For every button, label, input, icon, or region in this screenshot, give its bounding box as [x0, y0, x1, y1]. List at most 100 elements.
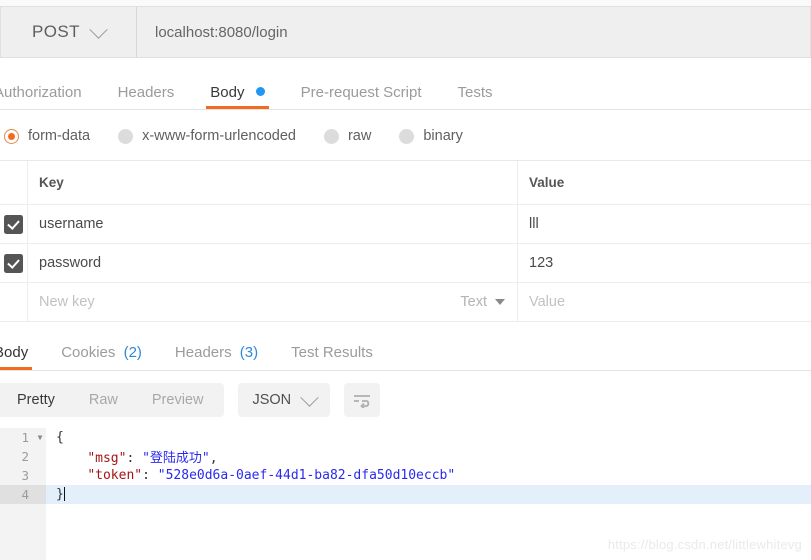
response-tabs: Body Cookies (2) Headers (3) Test Result…: [0, 330, 811, 371]
tab-pre-request-script[interactable]: Pre-request Script: [301, 84, 422, 109]
radio-unselected-icon: [399, 128, 415, 144]
tab-tests[interactable]: Tests: [458, 84, 493, 109]
row-key-text: password: [39, 255, 102, 271]
url-value: localhost:8080/login: [155, 23, 288, 41]
watermark: https://blog.csdn.net/littlewhitevg: [607, 537, 802, 552]
row-value-text: 123: [529, 255, 554, 271]
code-line: 2 "msg": "登陆成功",: [0, 447, 811, 466]
request-url-bar: POST localhost:8080/login: [0, 6, 811, 58]
response-tab-test-results[interactable]: Test Results: [291, 344, 373, 370]
radio-selected-icon: [4, 128, 19, 144]
row-key-text: username: [39, 216, 104, 232]
new-row-key-cell[interactable]: New key Text: [28, 283, 518, 321]
header-checkbox-cell: [0, 161, 28, 204]
checkbox-checked-icon[interactable]: [4, 253, 23, 273]
headers-count: (3): [239, 344, 259, 361]
tab-headers-label: Headers: [117, 84, 175, 101]
http-method-label: POST: [32, 22, 80, 41]
code-line: 3 "token": "528e0d6a-0aef-44d1-ba82-dfa5…: [0, 466, 811, 485]
column-header-value: Value: [529, 175, 565, 190]
radio-x-www-form-urlencoded-label: x-www-form-urlencoded: [142, 128, 296, 144]
code-line-active: 4 }: [0, 485, 811, 504]
radio-unselected-icon: [118, 128, 134, 144]
response-tab-cookies-label: Cookies: [61, 344, 116, 361]
chevron-down-icon: [89, 19, 108, 39]
view-mode-pretty[interactable]: Pretty: [0, 383, 72, 417]
view-mode-segmented-control: Pretty Raw Preview: [0, 383, 225, 417]
tab-tests-label: Tests: [457, 84, 493, 101]
body-type-radio-group: form-data x-www-form-urlencoded raw bina…: [0, 112, 811, 161]
table-row: password 123: [0, 244, 811, 283]
code-line-text: "msg": "登陆成功",: [87, 451, 218, 466]
row-value-text: lll: [529, 216, 539, 232]
response-tab-headers-label: Headers: [174, 344, 232, 361]
radio-binary[interactable]: binary: [399, 128, 463, 144]
line-number: 4: [0, 485, 34, 504]
radio-x-www-form-urlencoded[interactable]: x-www-form-urlencoded: [118, 128, 296, 144]
row-checkbox-cell[interactable]: [0, 244, 28, 282]
line-number: 3: [0, 466, 34, 485]
new-key-placeholder: New key: [39, 294, 95, 310]
code-line-text: "token": "528e0d6a-0aef-44d1-ba82-dfa50d…: [87, 468, 456, 483]
tab-body-label: Body: [210, 84, 245, 101]
response-format-label: JSON: [252, 392, 292, 408]
radio-form-data-label: form-data: [28, 128, 91, 144]
word-wrap-button[interactable]: [344, 383, 381, 417]
fold-spacer: [34, 447, 46, 466]
fold-spacer: [34, 485, 46, 504]
table-header-row: Key Value: [0, 161, 811, 205]
header-value-cell: Value: [518, 161, 811, 204]
text-cursor: [63, 487, 66, 501]
response-tab-cookies[interactable]: Cookies (2): [61, 344, 142, 370]
body-modified-dot-icon: [255, 87, 265, 96]
code-line: 1 ▼ {: [0, 428, 811, 447]
tab-authorization-label: Authorization: [0, 84, 82, 101]
response-tab-body-label: Body: [0, 344, 29, 361]
header-key-cell: Key: [28, 161, 518, 204]
new-row-checkbox-cell: [0, 283, 28, 321]
view-mode-raw[interactable]: Raw: [72, 383, 135, 417]
fold-spacer: [34, 466, 46, 485]
row-value-cell[interactable]: 123: [518, 244, 811, 282]
triangle-down-icon: [495, 299, 505, 305]
json-msg-value: "登陆成功": [142, 451, 210, 466]
radio-form-data[interactable]: form-data: [4, 128, 90, 144]
tab-body[interactable]: Body: [206, 84, 270, 109]
fold-toggle-icon[interactable]: ▼: [34, 428, 46, 447]
url-input[interactable]: localhost:8080/login: [137, 6, 811, 58]
response-tab-headers[interactable]: Headers (3): [175, 344, 258, 370]
checkbox-checked-icon[interactable]: [4, 214, 23, 234]
response-view-toolbar: Pretty Raw Preview JSON: [0, 379, 811, 421]
radio-binary-label: binary: [423, 128, 463, 144]
tab-headers[interactable]: Headers: [118, 84, 175, 109]
line-number: 2: [0, 447, 34, 466]
request-tabs: Authorization Headers Body Pre-request S…: [0, 72, 811, 110]
radio-raw-label: raw: [347, 128, 372, 144]
cookies-count: (2): [123, 344, 142, 361]
code-line-text: }: [56, 487, 66, 502]
column-header-key: Key: [39, 175, 64, 190]
response-tab-test-results-label: Test Results: [291, 344, 373, 361]
chevron-down-icon: [300, 387, 319, 407]
http-method-selector[interactable]: POST: [0, 6, 137, 58]
form-data-table: Key Value username lll password 123 New …: [0, 161, 811, 322]
new-value-placeholder: Value: [529, 294, 566, 310]
response-tab-body[interactable]: Body: [0, 344, 33, 370]
table-row: username lll: [0, 205, 811, 244]
code-line-text: {: [56, 430, 64, 445]
json-token-value: "528e0d6a-0aef-44d1-ba82-dfa50d10eccb": [157, 468, 456, 483]
row-checkbox-cell[interactable]: [0, 205, 28, 243]
row-key-cell[interactable]: password: [28, 244, 518, 282]
word-wrap-icon: [354, 395, 371, 408]
radio-raw[interactable]: raw: [323, 128, 372, 144]
table-new-row: New key Text Value: [0, 283, 811, 322]
value-type-selector[interactable]: Text: [460, 294, 505, 310]
gutter-background: [0, 504, 46, 560]
row-value-cell[interactable]: lll: [518, 205, 811, 243]
tab-authorization[interactable]: Authorization: [0, 84, 82, 109]
value-type-label: Text: [460, 294, 487, 310]
view-mode-preview[interactable]: Preview: [135, 383, 221, 417]
response-format-selector[interactable]: JSON: [238, 383, 331, 417]
new-row-value-cell[interactable]: Value: [518, 283, 811, 321]
row-key-cell[interactable]: username: [28, 205, 518, 243]
